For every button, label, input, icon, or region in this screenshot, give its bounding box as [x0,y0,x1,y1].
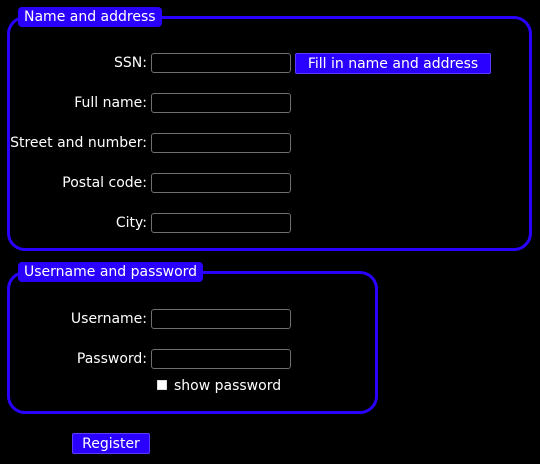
show-password-checkbox[interactable] [157,380,167,390]
password-input[interactable] [151,349,291,369]
name-address-legend: Name and address [18,7,162,27]
username-input[interactable] [151,309,291,329]
ssn-label: SSN: [114,55,147,71]
street-input[interactable] [151,133,291,153]
ssn-input[interactable] [151,53,291,73]
postal-code-input[interactable] [151,173,291,193]
city-label: City: [115,215,147,231]
street-label: Street and number: [10,135,147,151]
password-label: Password: [76,351,147,367]
postal-code-label: Postal code: [62,175,147,191]
username-label: Username: [70,311,147,327]
show-password-label: show password [174,378,282,394]
city-input[interactable] [151,213,291,233]
fill-name-address-button[interactable]: Fill in name and address [295,53,491,74]
register-button[interactable]: Register [72,433,150,454]
full-name-input[interactable] [151,93,291,113]
credentials-legend: Username and password [18,262,204,282]
full-name-label: Full name: [74,95,147,111]
